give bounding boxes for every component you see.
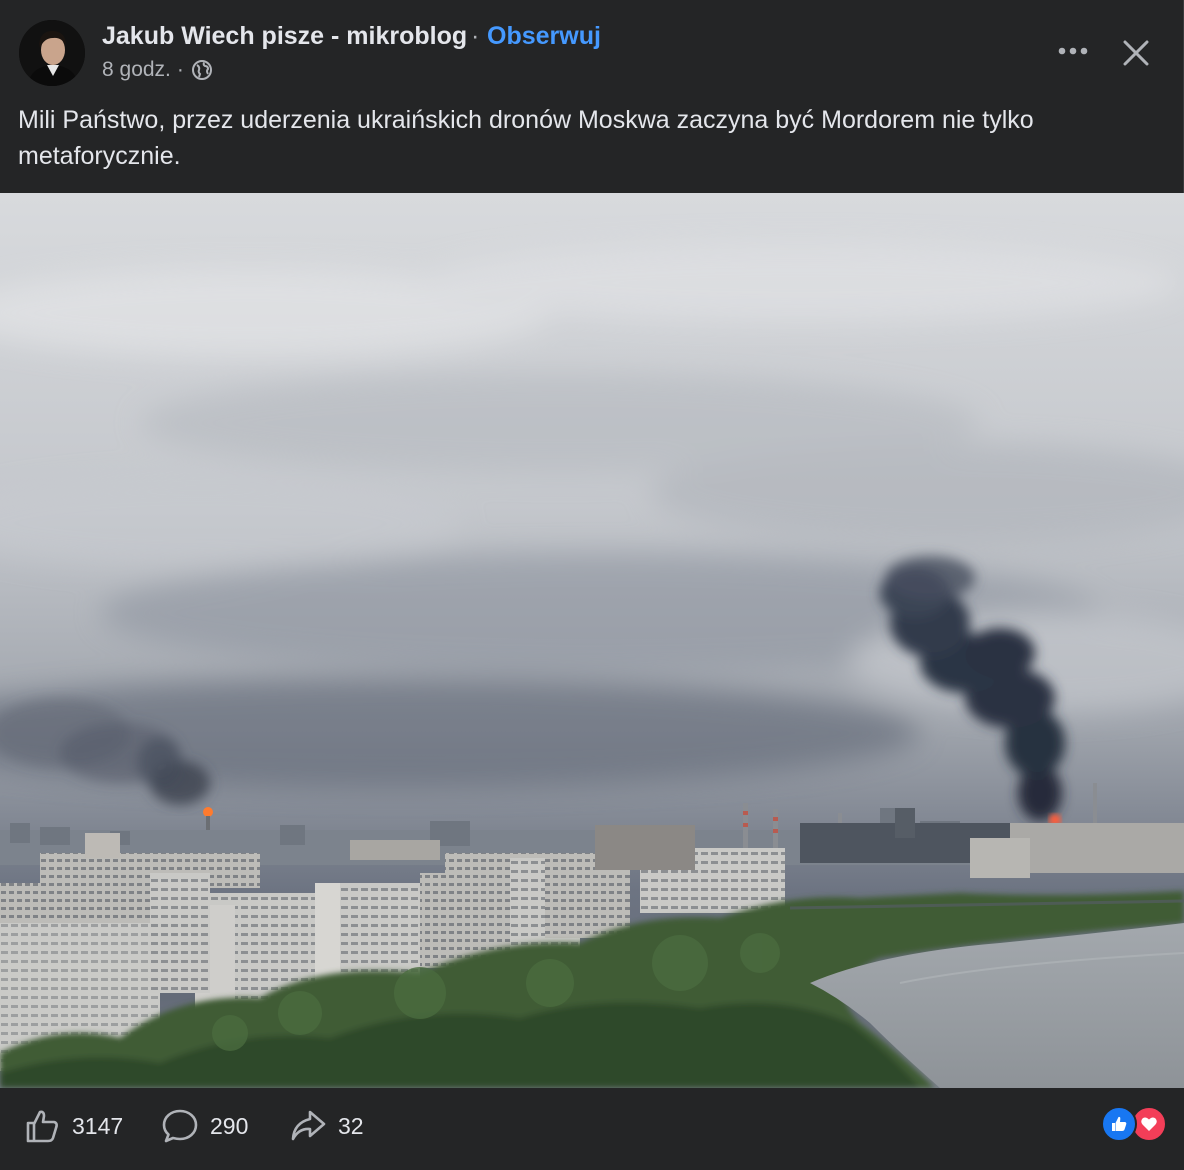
thumbs-up-icon <box>22 1106 62 1146</box>
like-count: 3147 <box>72 1112 124 1139</box>
author-name[interactable]: Jakub Wiech pisze - mikroblog <box>102 22 467 51</box>
more-options-icon <box>1058 47 1088 55</box>
close-button[interactable] <box>1113 30 1159 76</box>
share-count: 32 <box>338 1112 364 1139</box>
moscow-skyline-smoke-photo <box>0 193 1184 1088</box>
comment-count: 290 <box>210 1112 249 1139</box>
post-photo[interactable] <box>0 193 1184 1088</box>
meta-separator: · <box>176 58 184 81</box>
like-reaction-icon <box>1101 1106 1137 1142</box>
post-meta: 8 godz. · <box>102 58 213 82</box>
comment-button[interactable]: 290 <box>160 1104 248 1148</box>
header-separator: · <box>471 22 480 50</box>
post-footer: 3147 290 32 <box>0 1088 1184 1170</box>
close-icon <box>1123 40 1149 66</box>
share-icon <box>288 1106 328 1146</box>
reaction-summary[interactable] <box>1101 1106 1167 1142</box>
like-button[interactable]: 3147 <box>22 1104 123 1148</box>
post-text: Mili Państwo, przez uderzenia ukraińskic… <box>18 106 1034 170</box>
more-options-button[interactable] <box>1050 32 1096 70</box>
author-avatar[interactable] <box>19 20 85 86</box>
globe-icon <box>191 59 213 81</box>
post-header: Jakub Wiech pisze - mikroblog · Obserwuj… <box>0 0 1184 96</box>
post-time[interactable]: 8 godz. <box>102 58 171 82</box>
post-card: Jakub Wiech pisze - mikroblog · Obserwuj… <box>0 0 1184 1170</box>
follow-button[interactable]: Obserwuj <box>487 22 601 51</box>
share-button[interactable]: 32 <box>288 1104 364 1148</box>
comment-icon <box>160 1106 200 1146</box>
